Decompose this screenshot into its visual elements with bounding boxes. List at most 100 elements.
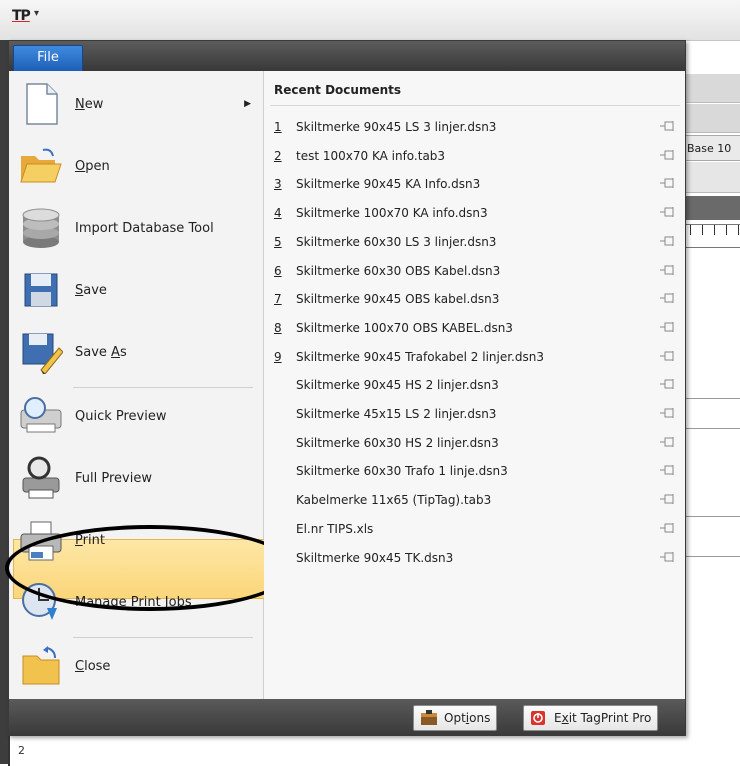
command-pane: New ▶ Open Import Database Tool Save Sav…: [5, 71, 295, 699]
full-preview-command[interactable]: Full Preview: [9, 447, 263, 509]
recent-document-name: Skiltmerke 90x45 Trafokabel 2 linjer.dsn…: [296, 349, 544, 364]
recent-document-name: Skiltmerke 90x45 HS 2 linjer.dsn3: [296, 378, 499, 393]
save-disk-icon: [19, 268, 63, 312]
base-10-button[interactable]: Base 10: [684, 135, 740, 161]
quick-preview-label: Quick Preview: [75, 408, 167, 424]
recent-document-item[interactable]: 5 Skiltmerke 60x30 LS 3 linjer.dsn3: [270, 230, 680, 254]
import-database-tool-label: Import Database Tool: [75, 220, 214, 236]
pin-icon[interactable]: [658, 521, 680, 537]
recent-document-name: Skiltmerke 90x45 TK.dsn3: [296, 550, 454, 565]
menu-header: File: [9, 41, 685, 71]
recent-document-name: El.nr TIPS.xls: [296, 521, 374, 536]
database-icon: [19, 206, 63, 250]
recent-document-item[interactable]: 9 Skiltmerke 90x45 Trafokabel 2 linjer.ds…: [270, 345, 680, 369]
recent-document-number: 8: [274, 320, 282, 335]
tagprint-logo[interactable]: TP: [12, 8, 32, 26]
recent-document-item[interactable]: 7 Skiltmerke 90x45 OBS kabel.dsn3: [270, 287, 680, 311]
pin-icon[interactable]: [658, 320, 680, 336]
background-gridline: [684, 398, 740, 399]
pin-icon[interactable]: [658, 148, 680, 164]
pin-icon[interactable]: [658, 119, 680, 135]
save-as-icon: [19, 330, 64, 375]
pin-icon[interactable]: [658, 349, 680, 365]
recent-document-item[interactable]: Skiltmerke 45x15 LS 2 linjer.dsn3: [270, 402, 680, 426]
new-document-icon: [19, 82, 63, 126]
ruler: [684, 224, 740, 248]
open-command[interactable]: Open: [9, 135, 263, 197]
recent-document-number: 7: [274, 292, 282, 307]
recent-document-name: Skiltmerke 100x70 KA info.dsn3: [296, 206, 488, 221]
close-folder-icon: [19, 644, 63, 688]
recent-documents-title: Recent Documents: [274, 83, 402, 97]
recent-document-number: 2: [274, 148, 282, 163]
recent-document-name: Skiltmerke 60x30 OBS Kabel.dsn3: [296, 263, 501, 278]
recent-document-name: Skiltmerke 100x70 OBS KABEL.dsn3: [296, 320, 513, 335]
recent-document-item[interactable]: Skiltmerke 90x45 TK.dsn3: [270, 546, 680, 570]
exit-button[interactable]: Exit TagPrint Pro: [523, 705, 659, 731]
pin-icon[interactable]: [658, 492, 680, 508]
recent-document-name: test 100x70 KA info.tab3: [296, 148, 446, 163]
pin-icon[interactable]: [658, 176, 680, 192]
annotation-ellipse: [5, 525, 295, 611]
file-tab[interactable]: File: [13, 45, 83, 71]
recent-document-name: Skiltmerke 60x30 HS 2 linjer.dsn3: [296, 435, 499, 450]
quick-access-dropdown-icon[interactable]: ▾: [34, 8, 39, 19]
new-command[interactable]: New ▶: [9, 73, 263, 135]
options-button[interactable]: Options: [413, 705, 498, 731]
pin-icon[interactable]: [658, 435, 680, 451]
recent-document-item[interactable]: 3 Skiltmerke 90x45 KA Info.dsn3: [270, 172, 680, 196]
recent-document-item[interactable]: 1 Skiltmerke 90x45 LS 3 linjer.dsn3: [270, 115, 680, 139]
recent-document-number: 4: [274, 206, 282, 221]
recent-document-item[interactable]: El.nr TIPS.xls: [270, 517, 680, 541]
options-icon: [420, 710, 438, 726]
menu-footer: Options Exit TagPrint Pro: [9, 699, 685, 735]
close-label: Close: [75, 658, 111, 674]
save-as-command[interactable]: Save As: [9, 321, 263, 383]
recent-documents-pane: Recent Documents 1 Skiltmerke 90x45 LS 3 …: [264, 71, 685, 699]
background-ribbon-row: [684, 162, 740, 193]
full-preview-icon: [19, 456, 63, 500]
save-label: Save: [75, 282, 107, 298]
pin-icon[interactable]: [658, 291, 680, 307]
recent-document-name: Kabelmerke 11x65 (TipTag).tab3: [296, 493, 492, 508]
recent-document-name: Skiltmerke 90x45 OBS kabel.dsn3: [296, 292, 500, 307]
save-command[interactable]: Save: [9, 259, 263, 321]
pin-icon[interactable]: [658, 205, 680, 221]
recent-document-item[interactable]: 2 test 100x70 KA info.tab3: [270, 144, 680, 168]
folder-open-icon: [19, 144, 63, 188]
file-menu: File New ▶ Open Import Database Tool Sav…: [5, 40, 686, 736]
recent-document-item[interactable]: 8 Skiltmerke 100x70 OBS KABEL.dsn3: [270, 316, 680, 340]
recent-document-item[interactable]: Skiltmerke 60x30 Trafo 1 linje.dsn3: [270, 459, 680, 483]
exit-icon: [530, 710, 548, 726]
recent-document-name: Skiltmerke 60x30 LS 3 linjer.dsn3: [296, 234, 497, 249]
background-gridline: [684, 516, 740, 517]
new-label: New: [75, 96, 104, 112]
recent-document-item[interactable]: Skiltmerke 60x30 HS 2 linjer.dsn3: [270, 431, 680, 455]
page-number: 2: [18, 744, 25, 757]
recent-document-name: Skiltmerke 60x30 Trafo 1 linje.dsn3: [296, 464, 508, 479]
pin-icon[interactable]: [658, 263, 680, 279]
background-ribbon-row: [684, 74, 740, 103]
background-ribbon-row: [684, 104, 740, 133]
close-command[interactable]: Close: [9, 635, 263, 697]
background-frame: [0, 40, 8, 764]
recent-document-item[interactable]: 4 Skiltmerke 100x70 KA info.dsn3: [270, 201, 680, 225]
pin-icon[interactable]: [658, 550, 680, 566]
recent-document-item[interactable]: Kabelmerke 11x65 (TipTag).tab3: [270, 488, 680, 512]
recent-document-number: 3: [274, 177, 282, 192]
import-database-tool-command[interactable]: Import Database Tool: [9, 197, 263, 259]
recent-document-number: 6: [274, 263, 282, 278]
pin-icon[interactable]: [658, 463, 680, 479]
background-gridline: [684, 556, 740, 557]
recent-document-number: 5: [274, 234, 282, 249]
background-toolbar: [684, 196, 740, 220]
pin-icon[interactable]: [658, 406, 680, 422]
pin-icon[interactable]: [658, 377, 680, 393]
recent-document-item[interactable]: 6 Skiltmerke 60x30 OBS Kabel.dsn3: [270, 259, 680, 283]
submenu-arrow-icon: ▶: [244, 99, 251, 109]
pin-icon[interactable]: [658, 234, 680, 250]
recent-document-item[interactable]: Skiltmerke 90x45 HS 2 linjer.dsn3: [270, 373, 680, 397]
quick-preview-command[interactable]: Quick Preview: [9, 385, 263, 447]
save-as-label: Save As: [75, 344, 127, 360]
recent-document-number: 9: [274, 349, 282, 364]
